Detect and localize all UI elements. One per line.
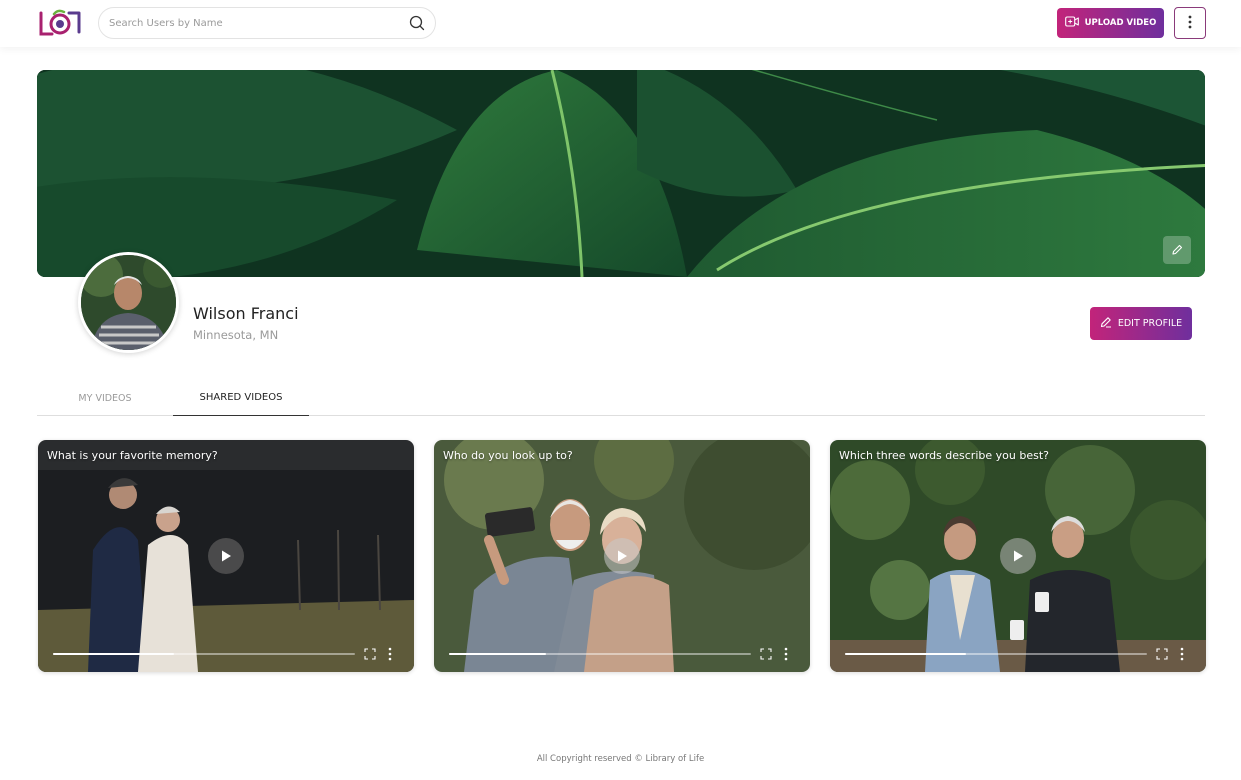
video-tabs: MY VIDEOS SHARED VIDEOS — [37, 380, 1205, 416]
more-vertical-icon[interactable] — [1180, 647, 1184, 661]
cover-image — [37, 70, 1205, 277]
video-card[interactable]: What is your favorite memory? — [38, 440, 414, 672]
search-bar — [98, 7, 436, 39]
profile-name: Wilson Franci — [193, 304, 299, 323]
edit-cover-button[interactable] — [1163, 236, 1191, 264]
app: UPLOAD VIDEO — [0, 0, 1241, 780]
upload-video-label: UPLOAD VIDEO — [1084, 18, 1157, 28]
more-options-button[interactable] — [1174, 7, 1206, 39]
edit-profile-label: EDIT PROFILE — [1117, 318, 1183, 329]
video-camera-icon — [1064, 16, 1079, 30]
top-header: UPLOAD VIDEO — [0, 0, 1241, 47]
leaves-illustration — [37, 70, 1205, 277]
play-button[interactable] — [208, 538, 244, 574]
footer-copyright: All Copyright reserved © Library of Life — [536, 754, 705, 764]
pencil-icon — [1171, 244, 1183, 256]
video-card[interactable]: Which three words describe you best? — [830, 440, 1206, 672]
tab-shared-videos[interactable]: SHARED VIDEOS — [173, 380, 309, 416]
video-title: What is your favorite memory? — [47, 449, 218, 462]
video-progress[interactable] — [845, 653, 1147, 655]
video-progress[interactable] — [449, 653, 751, 655]
more-vertical-icon — [1188, 14, 1192, 33]
play-button[interactable] — [1000, 538, 1036, 574]
search-input[interactable] — [109, 8, 399, 38]
logo-icon[interactable] — [38, 8, 82, 38]
upload-video-button[interactable]: UPLOAD VIDEO — [1057, 8, 1164, 38]
video-title: Who do you look up to? — [443, 449, 573, 462]
progress-fill — [449, 653, 546, 655]
progress-fill — [53, 653, 174, 655]
edit-profile-button[interactable]: EDIT PROFILE — [1090, 307, 1192, 340]
video-progress[interactable] — [53, 653, 355, 655]
profile-location: Minnesota, MN — [193, 328, 279, 342]
play-button[interactable] — [604, 538, 640, 574]
video-title: Which three words describe you best? — [839, 449, 1049, 462]
more-vertical-icon[interactable] — [388, 647, 392, 661]
tab-my-videos[interactable]: MY VIDEOS — [37, 380, 173, 416]
fullscreen-icon[interactable] — [760, 648, 772, 660]
fullscreen-icon[interactable] — [364, 648, 376, 660]
video-card[interactable]: Who do you look up to? — [434, 440, 810, 672]
fullscreen-icon[interactable] — [1156, 648, 1168, 660]
play-icon — [1014, 550, 1023, 562]
search-icon[interactable] — [409, 15, 425, 31]
play-icon — [222, 550, 231, 562]
avatar — [78, 252, 179, 353]
more-vertical-icon[interactable] — [784, 647, 788, 661]
pencil-icon — [1100, 316, 1112, 331]
play-icon — [618, 550, 627, 562]
progress-fill — [845, 653, 966, 655]
